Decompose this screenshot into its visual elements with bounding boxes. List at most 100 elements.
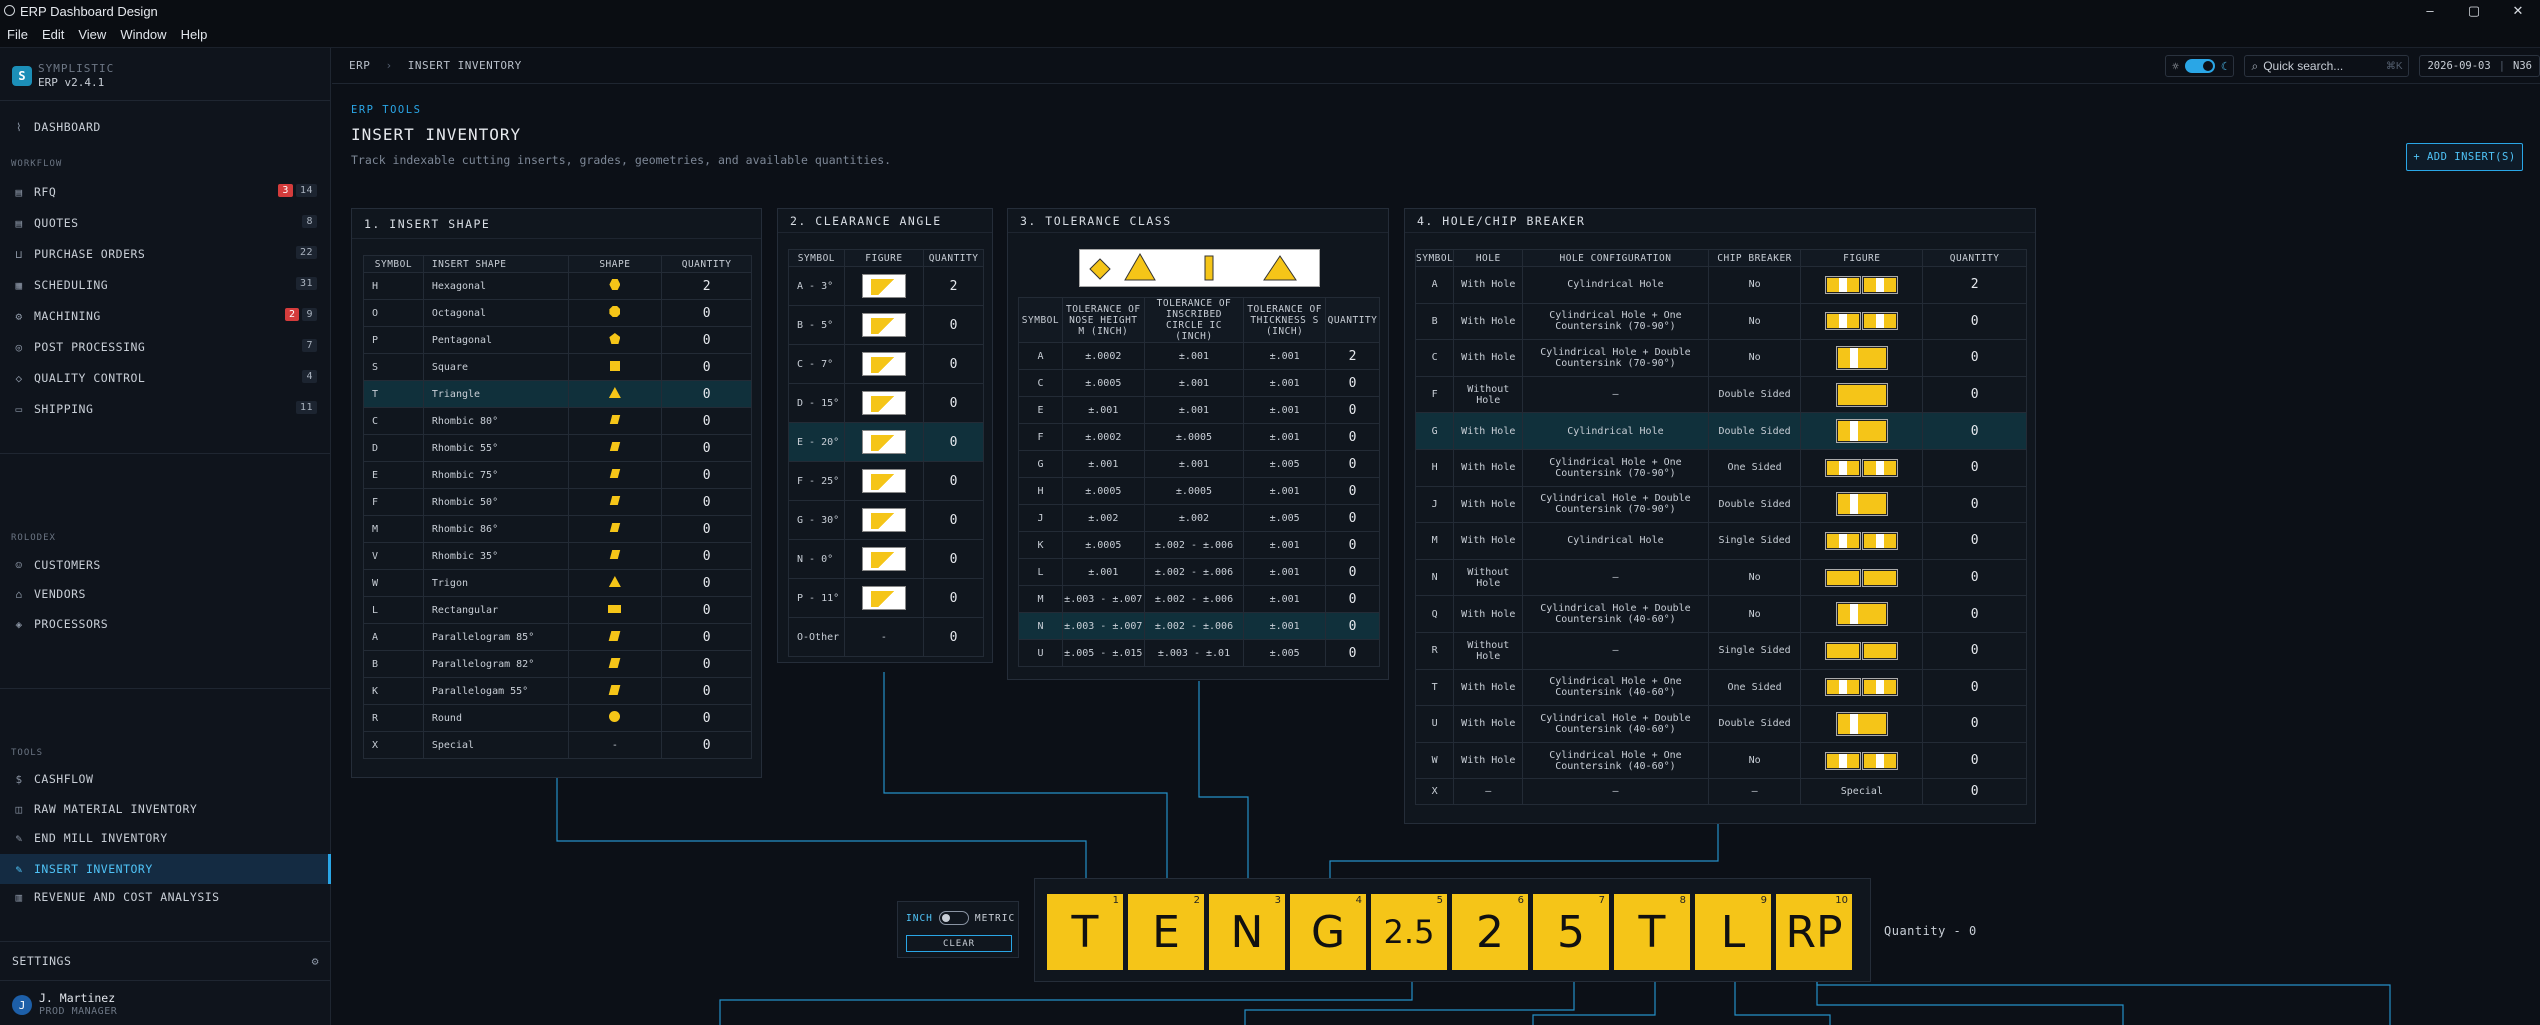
table-row[interactable]: C - 7° 0 bbox=[788, 344, 984, 384]
table-row[interactable]: G - 30° 0 bbox=[788, 500, 984, 540]
table-row[interactable]: X Special - 0 bbox=[363, 731, 752, 759]
hole-cell: With Hole bbox=[1453, 522, 1524, 560]
table-row[interactable]: F Rhombic 50° 0 bbox=[363, 488, 752, 516]
rh-shape-icon bbox=[609, 550, 621, 559]
code-cell-6[interactable]: 26 bbox=[1452, 894, 1528, 970]
table-row[interactable]: N ±.003 - ±.007 ±.002 - ±.006 ±.001 0 bbox=[1018, 612, 1380, 640]
table-row[interactable]: E - 20° 0 bbox=[788, 422, 984, 462]
insert-code-builder: T 1 E 2 N 3 G 4 2.5 5 2 6 5 7 T 8 L 9 RP 10 bbox=[1034, 878, 1871, 982]
table-row[interactable]: A With Hole Cylindrical Hole No 2 bbox=[1414, 266, 2027, 304]
table-row[interactable]: K Parallelogam 55° 0 bbox=[363, 677, 752, 705]
table-row[interactable]: T Triangle 0 bbox=[363, 380, 752, 408]
table-row[interactable]: A - 3° 2 bbox=[788, 266, 984, 306]
inscribed-circle-cell: ±.002 - ±.006 bbox=[1143, 558, 1245, 586]
table-row[interactable]: U ±.005 - ±.015 ±.003 - ±.01 ±.005 0 bbox=[1018, 639, 1380, 667]
table-row[interactable]: W Trigon 0 bbox=[363, 569, 752, 597]
par-shape-icon bbox=[609, 657, 621, 668]
table-row[interactable]: P Pentagonal 0 bbox=[363, 326, 752, 354]
table-row[interactable]: C With Hole Cylindrical Hole + Double Coun… bbox=[1414, 339, 2027, 377]
table-row[interactable]: G With Hole Cylindrical Hole Double Sided 0 bbox=[1414, 412, 2027, 450]
hole-cell: With Hole bbox=[1453, 595, 1524, 633]
unit-label-metric[interactable]: METRIC bbox=[975, 913, 1015, 924]
table-row[interactable]: O-Other - 0 bbox=[788, 617, 984, 657]
table-row[interactable]: N - 0° 0 bbox=[788, 539, 984, 579]
table-row[interactable]: E Rhombic 75° 0 bbox=[363, 461, 752, 489]
table-row[interactable]: N Without Hole – No 0 bbox=[1414, 558, 2027, 597]
shape-name-cell: Rhombic 80° bbox=[422, 407, 569, 435]
shape-name-cell: Triangle bbox=[422, 380, 569, 408]
table-row[interactable]: W With Hole Cylindrical Hole + One Counter… bbox=[1414, 741, 2027, 780]
table-row[interactable]: G ±.001 ±.001 ±.005 0 bbox=[1018, 450, 1380, 478]
table-row[interactable]: P - 11° 0 bbox=[788, 578, 984, 618]
table-row[interactable]: E ±.001 ±.001 ±.001 0 bbox=[1018, 396, 1380, 424]
table-row[interactable]: X – – – Special 0 bbox=[1414, 778, 2027, 806]
table-row[interactable]: J With Hole Cylindrical Hole + Double Coun… bbox=[1414, 485, 2027, 524]
figure-cell bbox=[1800, 595, 1924, 633]
table-row[interactable]: S Square 0 bbox=[363, 353, 752, 381]
table-row[interactable]: F Without Hole – Double Sided 0 bbox=[1414, 375, 2027, 414]
table-row[interactable]: L Rectangular 0 bbox=[363, 596, 752, 624]
table-row[interactable]: V Rhombic 35° 0 bbox=[363, 542, 752, 570]
table-row[interactable]: R Without Hole – Single Sided 0 bbox=[1414, 631, 2027, 670]
table-row[interactable]: H Hexagonal 2 bbox=[363, 272, 752, 300]
table-row[interactable]: C ±.0005 ±.001 ±.001 0 bbox=[1018, 369, 1380, 397]
table-row[interactable]: O Octagonal 0 bbox=[363, 299, 752, 327]
code-cell-1[interactable]: T1 bbox=[1047, 894, 1123, 970]
code-cell-4[interactable]: G4 bbox=[1290, 894, 1366, 970]
code-cell-5[interactable]: 2.5 5 bbox=[1371, 894, 1447, 970]
column-header: SYMBOL bbox=[1414, 249, 1455, 267]
code-cell-3[interactable]: N3 bbox=[1209, 894, 1285, 970]
table-row[interactable]: K ±.0005 ±.002 - ±.006 ±.001 0 bbox=[1018, 531, 1380, 559]
chip-breaker-cell: Double Sided bbox=[1707, 375, 1802, 414]
table-row[interactable]: T With Hole Cylindrical Hole + One Counter… bbox=[1414, 668, 2027, 707]
code-character: N bbox=[1230, 906, 1264, 958]
hole-cell: – bbox=[1453, 778, 1524, 806]
table-row[interactable]: F - 25° 0 bbox=[788, 461, 984, 501]
panel-title: 4. HOLE/CHIP BREAKER bbox=[1405, 209, 2035, 233]
table-row[interactable]: H With Hole Cylindrical Hole + One Counter… bbox=[1414, 448, 2027, 487]
table-row[interactable]: B - 5° 0 bbox=[788, 305, 984, 345]
table-row[interactable]: Q With Hole Cylindrical Hole + Double Coun… bbox=[1414, 595, 2027, 633]
code-cell-2[interactable]: E2 bbox=[1128, 894, 1204, 970]
table-row[interactable]: M ±.003 - ±.007 ±.002 - ±.006 ±.001 0 bbox=[1018, 585, 1380, 613]
table-row[interactable]: L ±.001 ±.002 - ±.006 ±.001 0 bbox=[1018, 558, 1380, 586]
insert-hole-figure-icon bbox=[1825, 275, 1899, 294]
table-row[interactable]: D Rhombic 55° 0 bbox=[363, 434, 752, 462]
quantity-cell: 0 bbox=[661, 704, 752, 732]
clear-button[interactable]: CLEAR bbox=[906, 935, 1012, 952]
thickness-cell: ±.005 bbox=[1243, 639, 1326, 667]
hole-chip-breaker-panel: 4. HOLE/CHIP BREAKER SYMBOL HOLE HOLE CO… bbox=[1404, 208, 2036, 824]
nose-height-cell: ±.0005 bbox=[1061, 477, 1145, 505]
table-row[interactable]: H ±.0005 ±.0005 ±.001 0 bbox=[1018, 477, 1380, 505]
table-row[interactable]: A ±.0002 ±.001 ±.001 2 bbox=[1018, 342, 1380, 370]
table-row[interactable]: C Rhombic 80° 0 bbox=[363, 407, 752, 435]
clearance-figure-icon bbox=[861, 547, 906, 571]
code-cell-8[interactable]: T8 bbox=[1614, 894, 1690, 970]
chip-breaker-cell: One Sided bbox=[1707, 448, 1802, 487]
shape-icon-cell bbox=[567, 515, 663, 543]
unit-label-inch[interactable]: INCH bbox=[906, 913, 933, 924]
table-row[interactable]: F ±.0002 ±.0005 ±.001 0 bbox=[1018, 423, 1380, 451]
inscribed-circle-cell: ±.001 bbox=[1143, 450, 1245, 478]
quantity-cell: 0 bbox=[1922, 558, 2027, 597]
code-cell-7[interactable]: 57 bbox=[1533, 894, 1609, 970]
code-cell-10[interactable]: RP 10 bbox=[1776, 894, 1852, 970]
table-row[interactable]: J ±.002 ±.002 ±.005 0 bbox=[1018, 504, 1380, 532]
table-row[interactable]: B Parallelogram 82° 0 bbox=[363, 650, 752, 678]
panel-title: 3. TOLERANCE CLASS bbox=[1008, 209, 1388, 233]
table-row[interactable]: M Rhombic 86° 0 bbox=[363, 515, 752, 543]
figure-cell bbox=[843, 461, 925, 501]
table-row[interactable]: D - 15° 0 bbox=[788, 383, 984, 423]
quantity-cell: 0 bbox=[1922, 668, 2027, 707]
column-header: FIGURE bbox=[843, 249, 925, 267]
table-row[interactable]: A Parallelogram 85° 0 bbox=[363, 623, 752, 651]
quantity-cell: 0 bbox=[1922, 412, 2027, 450]
par-shape-icon bbox=[609, 684, 621, 695]
unit-toggle[interactable] bbox=[938, 911, 969, 925]
table-row[interactable]: B With Hole Cylindrical Hole + One Counter… bbox=[1414, 302, 2027, 341]
nose-height-cell: ±.0002 bbox=[1061, 342, 1145, 370]
table-row[interactable]: R Round 0 bbox=[363, 704, 752, 732]
table-row[interactable]: U With Hole Cylindrical Hole + Double Coun… bbox=[1414, 705, 2027, 743]
code-cell-9[interactable]: L9 bbox=[1695, 894, 1771, 970]
table-row[interactable]: M With Hole Cylindrical Hole Single Sided 0 bbox=[1414, 522, 2027, 560]
